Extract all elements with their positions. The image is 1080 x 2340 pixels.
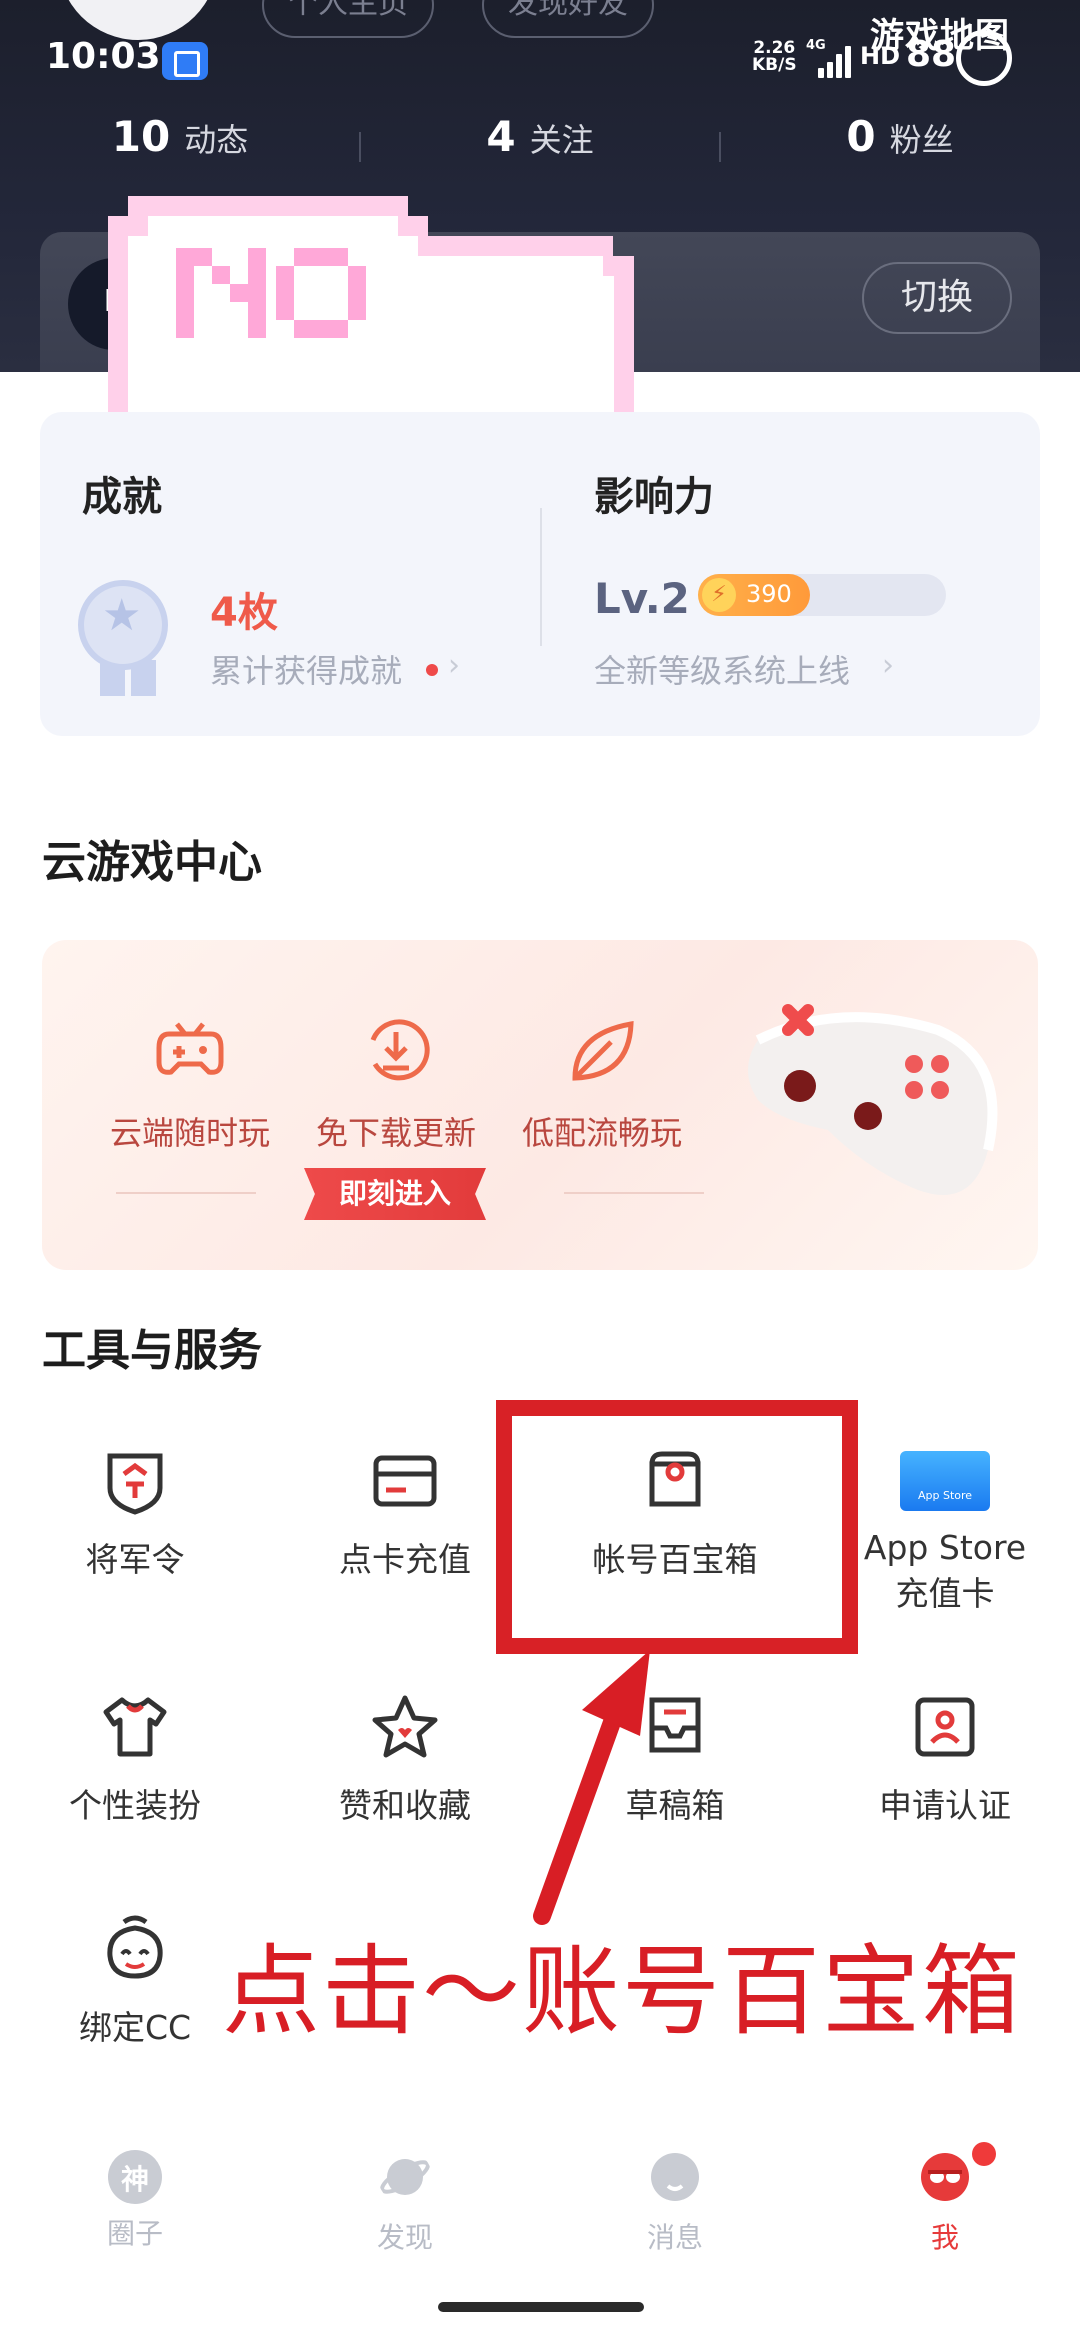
cloud-feature-play-anytime: 云端随时玩 xyxy=(90,1018,290,1154)
chevron-right-icon: › xyxy=(448,648,460,683)
stat-following[interactable]: 4 关注 xyxy=(360,112,720,161)
verify-icon xyxy=(915,1697,975,1757)
tool-general-token[interactable]: 将军令 xyxy=(0,1446,270,1582)
circle-icon: 神 xyxy=(108,2150,162,2204)
achievement-count[interactable]: 4枚 xyxy=(210,580,278,638)
nav-messages[interactable]: 消息 xyxy=(540,2150,810,2256)
tool-likes-favorites[interactable]: 赞和收藏 xyxy=(270,1692,540,1828)
stat-followers[interactable]: 0 粉丝 xyxy=(720,112,1080,161)
status-time: 10:03 xyxy=(46,36,161,77)
status-bar: 10:03 游戏地图 2.26 KB/S 4G HD 88 xyxy=(0,16,1080,90)
nav-circle[interactable]: 神 圈子 xyxy=(0,2150,270,2252)
tshirt-icon xyxy=(103,1697,167,1757)
medal-icon xyxy=(78,580,168,670)
tool-apply-verify[interactable]: 申请认证 xyxy=(810,1692,1080,1828)
stat-posts[interactable]: 10 动态 xyxy=(0,112,360,161)
achievements-title: 成就 xyxy=(82,474,162,520)
gamepad-illustration-icon xyxy=(748,1004,998,1195)
tools-title: 工具与服务 xyxy=(42,1325,262,1376)
enter-now-button[interactable]: 即刻进入 xyxy=(304,1168,486,1220)
leaf-icon xyxy=(572,1020,634,1081)
app-notification-icon xyxy=(162,42,208,80)
nav-discover[interactable]: 发现 xyxy=(270,2150,540,2256)
floating-ring-icon[interactable] xyxy=(956,30,1012,86)
cloud-game-title: 云游戏中心 xyxy=(42,837,262,888)
hd-icon: HD xyxy=(860,42,901,70)
net-speed: 2.26 KB/S xyxy=(752,38,797,75)
switch-button[interactable]: 切换 xyxy=(862,262,1012,334)
achievement-subtitle[interactable]: 累计获得成就 xyxy=(210,646,402,692)
influence-title: 影响力 xyxy=(594,474,714,520)
message-icon xyxy=(651,2153,699,2201)
level-points: 390 xyxy=(746,580,792,608)
nav-me[interactable]: 我 xyxy=(810,2150,1080,2256)
cloud-feature-no-download: 免下载更新 xyxy=(296,1018,496,1154)
cloud-feature-low-spec: 低配流畅玩 xyxy=(502,1018,702,1154)
level-progress-bar: ⚡ 390 xyxy=(698,574,946,616)
signal-icon xyxy=(810,44,851,78)
highlight-box xyxy=(496,1400,858,1654)
level-label: Lv.2 xyxy=(594,574,690,623)
gamepad-icon xyxy=(156,1022,224,1075)
me-icon xyxy=(921,2153,969,2201)
token-shield-icon xyxy=(107,1453,163,1515)
star-icon xyxy=(372,1695,438,1758)
profile-stats: 10 动态 4 关注 0 粉丝 xyxy=(0,112,1080,176)
card-icon xyxy=(373,1455,437,1507)
notification-dot xyxy=(972,2142,996,2166)
lightning-coin-icon: ⚡ xyxy=(702,578,736,612)
achievements-card: 成就 4枚 累计获得成就 › 影响力 Lv.2 ⚡ 390 全新等级系统上线 › xyxy=(40,412,1040,736)
cloud-game-banner[interactable]: 云端随时玩 免下载更新 低配流畅玩 即刻进入 xyxy=(42,940,1038,1270)
home-indicator[interactable] xyxy=(438,2302,644,2312)
battery-level: 88 xyxy=(906,34,957,75)
chevron-right-icon: › xyxy=(882,648,894,683)
cc-icon xyxy=(107,1915,163,1979)
tool-personal-dressup[interactable]: 个性装扮 xyxy=(0,1692,270,1828)
app-store-icon: App Store xyxy=(900,1451,990,1511)
planet-icon xyxy=(380,2159,430,2195)
level-subtitle[interactable]: 全新等级系统上线 xyxy=(594,646,850,692)
new-dot-badge xyxy=(426,664,438,676)
annotation-text: 点击～账号百宝箱 xyxy=(222,1935,1023,2049)
download-refresh-icon xyxy=(370,1019,430,1081)
arrow-annotation-icon xyxy=(533,1650,650,1925)
